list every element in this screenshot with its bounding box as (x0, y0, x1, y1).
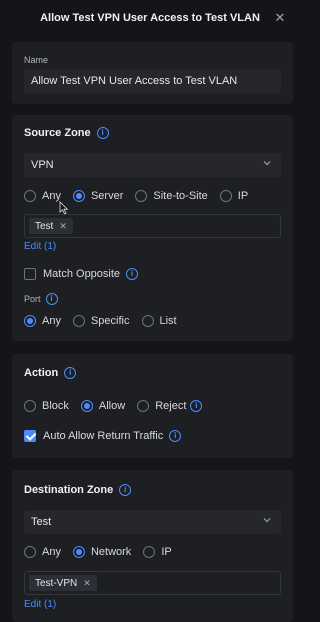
destination-zone-title: Destination Zone (24, 484, 114, 496)
destination-zone-card: Destination Zone i Test Any Network IP T… (12, 470, 293, 622)
radio-circle (135, 190, 148, 202)
radio-any[interactable]: Any (24, 190, 61, 202)
destination-zone-heading: Destination Zone i (24, 484, 132, 496)
tag: Test-VPN ✕ (29, 575, 97, 591)
destination-zone-value: Test (31, 516, 52, 528)
name-label: Name (24, 55, 49, 65)
auto-allow-checkbox[interactable]: Auto Allow Return Traffic i (24, 430, 182, 442)
remove-tag-icon[interactable]: ✕ (83, 578, 91, 589)
mouse-cursor-icon (59, 201, 69, 215)
radio-circle (24, 315, 36, 327)
source-zone-value: VPN (31, 159, 54, 171)
action-title: Action (24, 367, 59, 379)
port-label-row: Port i (24, 293, 58, 305)
action-heading: Action i (24, 367, 77, 379)
destination-type-radios: Any Network IP (24, 546, 184, 558)
chevron-down-icon (263, 161, 271, 166)
destination-zone-select[interactable]: Test (24, 510, 281, 534)
info-icon[interactable]: i (119, 484, 132, 496)
name-card: Name Allow Test VPN User Access to Test … (12, 42, 293, 104)
port-label: Port (24, 294, 41, 304)
action-card: Action i Block Allow Reject i Auto Allow… (12, 354, 293, 458)
radio-site-to-site[interactable]: Site-to-Site (135, 190, 208, 202)
radio-circle (72, 315, 85, 327)
info-icon[interactable]: i (96, 127, 109, 139)
radio-server[interactable]: Server (72, 190, 123, 202)
radio-ip[interactable]: IP (143, 546, 172, 558)
radio-circle (143, 546, 156, 558)
radio-port-specific[interactable]: Specific (72, 315, 130, 327)
source-zone-heading: Source Zone i (24, 127, 109, 139)
radio-circle (141, 315, 154, 327)
radio-circle (24, 190, 36, 202)
close-icon[interactable]: ✕ (274, 11, 286, 24)
remove-tag-icon[interactable]: ✕ (59, 221, 67, 232)
dialog-title: Allow Test VPN User Access to Test VLAN (40, 12, 260, 24)
checkbox (24, 268, 36, 280)
info-icon[interactable]: i (190, 400, 203, 412)
info-icon[interactable]: i (64, 367, 77, 379)
info-icon[interactable]: i (126, 268, 139, 280)
name-input[interactable]: Allow Test VPN User Access to Test VLAN (24, 69, 281, 93)
dialog-header: Allow Test VPN User Access to Test VLAN … (0, 0, 300, 36)
radio-reject[interactable]: Reject (137, 400, 186, 412)
radio-port-list[interactable]: List (141, 315, 177, 327)
radio-circle (24, 546, 36, 558)
destination-tags-input[interactable]: Test-VPN ✕ (24, 571, 281, 595)
radio-any[interactable]: Any (24, 546, 61, 558)
port-radios: Any Specific List (24, 315, 189, 327)
info-icon[interactable]: i (45, 293, 58, 305)
source-zone-select[interactable]: VPN (24, 153, 281, 177)
radio-block[interactable]: Block (24, 400, 69, 412)
radio-network[interactable]: Network (72, 546, 131, 558)
radio-circle (80, 400, 93, 412)
source-zone-title: Source Zone (24, 127, 91, 139)
radio-allow[interactable]: Allow (80, 400, 125, 412)
edit-link[interactable]: Edit (1) (24, 599, 56, 610)
info-icon[interactable]: i (169, 430, 182, 442)
radio-circle (72, 546, 85, 558)
match-opposite-checkbox[interactable]: Match Opposite i (24, 268, 139, 280)
source-tags-input[interactable]: Test ✕ (24, 214, 281, 238)
radio-circle (137, 400, 150, 412)
radio-circle (219, 190, 232, 202)
action-radios: Block Allow Reject i (24, 400, 203, 412)
chevron-down-icon (263, 518, 271, 523)
radio-port-any[interactable]: Any (24, 315, 61, 327)
checkbox-checked (24, 430, 36, 442)
source-zone-card: Source Zone i VPN Any Server Site-to-Sit… (12, 115, 293, 341)
radio-ip[interactable]: IP (219, 190, 248, 202)
radio-circle (24, 400, 36, 412)
edit-link[interactable]: Edit (1) (24, 241, 56, 252)
tag: Test ✕ (29, 218, 73, 234)
radio-circle (72, 190, 85, 202)
